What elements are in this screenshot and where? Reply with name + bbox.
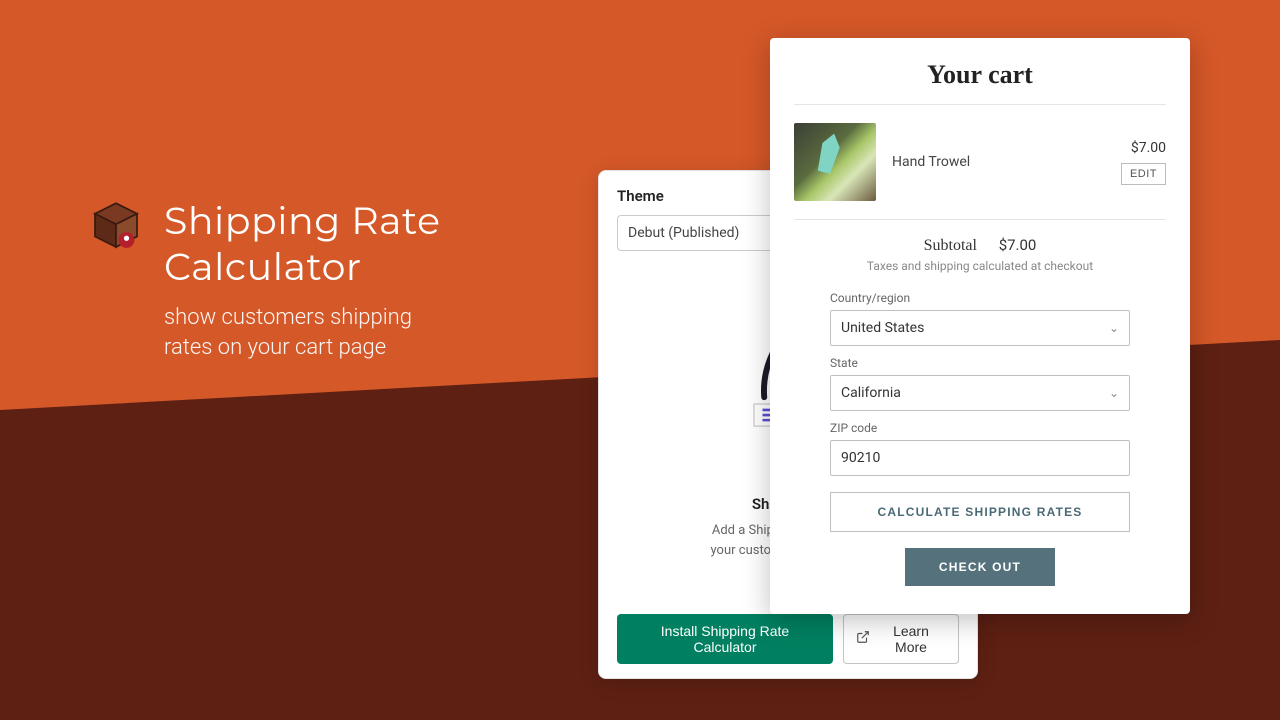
- hero-title: Shipping RateCalculator: [164, 198, 441, 289]
- zip-label: ZIP code: [830, 421, 1130, 435]
- learn-more-label: Learn More: [876, 623, 946, 655]
- chevron-down-icon: ⌄: [1109, 386, 1119, 400]
- zip-value: 90210: [841, 450, 880, 466]
- calculate-button[interactable]: CALCULATE SHIPPING RATES: [830, 492, 1130, 532]
- theme-select-value: Debut (Published): [628, 225, 739, 241]
- subtotal-row: Subtotal $7.00: [794, 220, 1166, 259]
- product-name: Hand Trowel: [892, 154, 1105, 170]
- state-value: California: [841, 385, 901, 401]
- install-button[interactable]: Install Shipping Rate Calculator: [617, 614, 833, 664]
- subtotal-label: Subtotal: [924, 237, 977, 254]
- state-select[interactable]: California ⌄: [830, 375, 1130, 411]
- zip-input[interactable]: 90210: [830, 440, 1130, 476]
- cart-card: Your cart Hand Trowel $7.00 EDIT Subtota…: [770, 38, 1190, 614]
- checkout-button[interactable]: CHECK OUT: [905, 548, 1055, 586]
- shipping-form: Country/region United States ⌄ State Cal…: [794, 291, 1166, 586]
- promo-stage: Shipping RateCalculator show customers s…: [0, 0, 1280, 720]
- line-price: $7.00: [1121, 140, 1166, 156]
- hero-subtitle: show customers shippingrates on your car…: [164, 303, 441, 362]
- cart-line-item: Hand Trowel $7.00 EDIT: [794, 105, 1166, 220]
- country-value: United States: [841, 320, 924, 336]
- learn-more-button[interactable]: Learn More: [843, 614, 959, 664]
- box-pin-icon: [88, 198, 144, 254]
- external-link-icon: [856, 630, 870, 647]
- subtotal-value: $7.00: [999, 236, 1037, 254]
- hero-block: Shipping RateCalculator show customers s…: [88, 198, 441, 363]
- cart-title: Your cart: [794, 60, 1166, 105]
- country-select[interactable]: United States ⌄: [830, 310, 1130, 346]
- chevron-down-icon: ⌄: [1109, 321, 1119, 335]
- edit-button[interactable]: EDIT: [1121, 163, 1166, 185]
- state-label: State: [830, 356, 1130, 370]
- product-thumbnail: [794, 123, 876, 201]
- country-label: Country/region: [830, 291, 1130, 305]
- tax-note: Taxes and shipping calculated at checkou…: [794, 259, 1166, 273]
